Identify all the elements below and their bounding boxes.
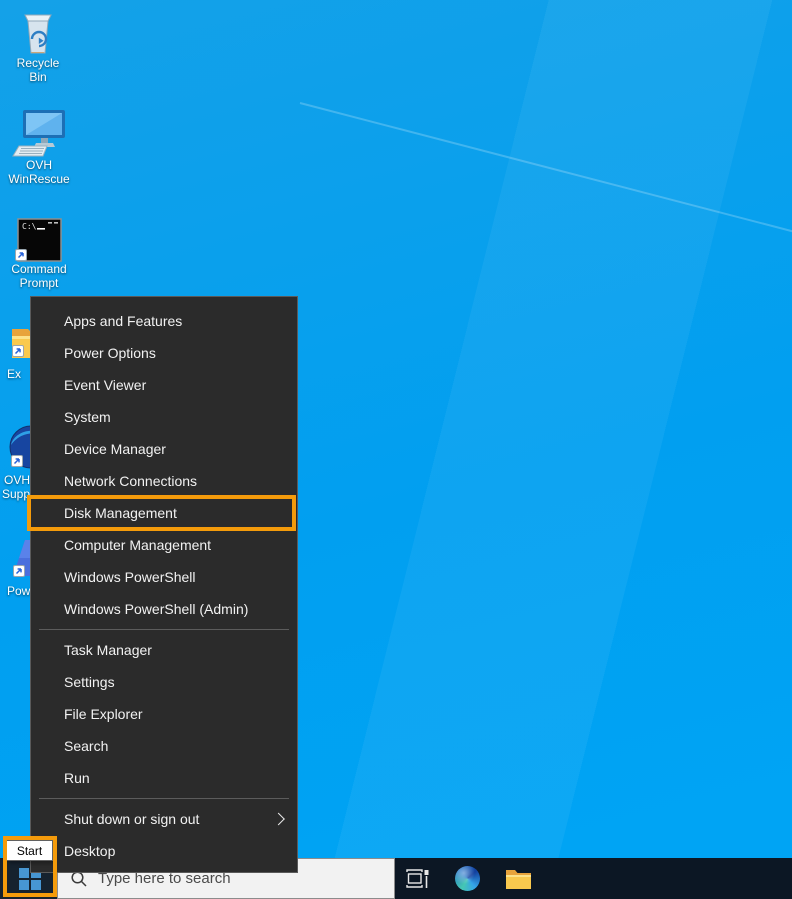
menu-item-label: Device Manager bbox=[64, 441, 166, 457]
menu-item-system[interactable]: System bbox=[31, 401, 297, 433]
command-prompt-label-line2: Prompt bbox=[19, 276, 59, 290]
shortcut-arrow-icon bbox=[11, 455, 23, 467]
menu-separator bbox=[39, 629, 289, 630]
microsoft-edge-icon bbox=[454, 866, 480, 891]
menu-item-label: File Explorer bbox=[64, 706, 143, 722]
command-prompt-icon: C:\ bbox=[8, 218, 70, 262]
desktop-icon-command-prompt[interactable]: C:\ Command Prompt bbox=[8, 218, 70, 290]
menu-item-network-connections[interactable]: Network Connections bbox=[31, 465, 297, 497]
shortcut-arrow-icon bbox=[12, 345, 24, 357]
ovh-winrescue-label-line1: OVH bbox=[25, 158, 52, 172]
menu-item-computer-management[interactable]: Computer Management bbox=[31, 529, 297, 561]
menu-item-device-manager[interactable]: Device Manager bbox=[31, 433, 297, 465]
desktop-icon-recycle-bin[interactable]: Recycle Bin bbox=[8, 8, 68, 84]
menu-item-label: Network Connections bbox=[64, 473, 198, 489]
menu-item-run[interactable]: Run bbox=[31, 762, 297, 794]
menu-item-power-options[interactable]: Power Options bbox=[31, 337, 297, 369]
menu-item-label: Desktop bbox=[64, 843, 116, 859]
file-explorer-icon bbox=[505, 870, 531, 889]
computer-monitor-icon bbox=[8, 108, 70, 158]
winx-menu: Apps and Features Power Options Event Vi… bbox=[30, 296, 298, 873]
menu-item-file-explorer[interactable]: File Explorer bbox=[31, 698, 297, 730]
menu-item-label: Run bbox=[64, 770, 90, 786]
menu-item-label: System bbox=[64, 409, 111, 425]
task-view-button[interactable] bbox=[394, 858, 440, 899]
start-tooltip: Start bbox=[6, 840, 53, 861]
recycle-bin-label: Recycle Bin bbox=[16, 56, 60, 84]
menu-item-label: Task Manager bbox=[64, 642, 152, 658]
menu-item-shut-down-or-sign-out[interactable]: Shut down or sign out bbox=[31, 803, 297, 835]
menu-item-apps-and-features[interactable]: Apps and Features bbox=[31, 305, 297, 337]
desktop-icon-ovh-winrescue[interactable]: OVH WinRescue bbox=[8, 108, 70, 186]
menu-item-disk-management[interactable]: Disk Management bbox=[31, 497, 297, 529]
edge-button[interactable] bbox=[444, 858, 490, 899]
chevron-right-icon bbox=[272, 812, 285, 826]
windows-desktop: Recycle Bin OVH WinRescue C:\ Command Pr… bbox=[0, 0, 792, 899]
menu-item-label: Computer Management bbox=[64, 537, 212, 553]
command-prompt-label-line1: Command bbox=[11, 262, 67, 276]
menu-item-windows-powershell-admin[interactable]: Windows PowerShell (Admin) bbox=[31, 593, 297, 625]
menu-item-windows-powershell[interactable]: Windows PowerShell bbox=[31, 561, 297, 593]
shortcut-arrow-icon bbox=[15, 249, 27, 261]
menu-item-desktop[interactable]: Desktop bbox=[31, 835, 297, 867]
cmd-screen-text: C:\ bbox=[22, 222, 37, 231]
file-explorer-button[interactable] bbox=[495, 858, 541, 899]
start-tooltip-label: Start bbox=[16, 843, 43, 858]
menu-item-label: Settings bbox=[64, 674, 115, 690]
menu-item-event-viewer[interactable]: Event Viewer bbox=[31, 369, 297, 401]
menu-item-label: Power Options bbox=[64, 345, 156, 361]
ovh-winrescue-label-line2: WinRescue bbox=[8, 172, 70, 186]
menu-item-label: Disk Management bbox=[64, 505, 177, 521]
menu-item-label: Shut down or sign out bbox=[64, 811, 200, 827]
menu-item-task-manager[interactable]: Task Manager bbox=[31, 634, 297, 666]
menu-item-label: Event Viewer bbox=[64, 377, 147, 393]
task-view-icon bbox=[406, 868, 429, 888]
menu-item-label: Search bbox=[64, 738, 109, 754]
menu-item-search[interactable]: Search bbox=[31, 730, 297, 762]
menu-item-label: Windows PowerShell (Admin) bbox=[64, 601, 249, 617]
shortcut-arrow-icon bbox=[13, 565, 25, 577]
menu-item-label: Windows PowerShell bbox=[64, 569, 196, 585]
menu-item-label: Apps and Features bbox=[64, 313, 183, 329]
recycle-bin-icon bbox=[8, 8, 68, 56]
menu-separator bbox=[39, 798, 289, 799]
menu-item-settings[interactable]: Settings bbox=[31, 666, 297, 698]
